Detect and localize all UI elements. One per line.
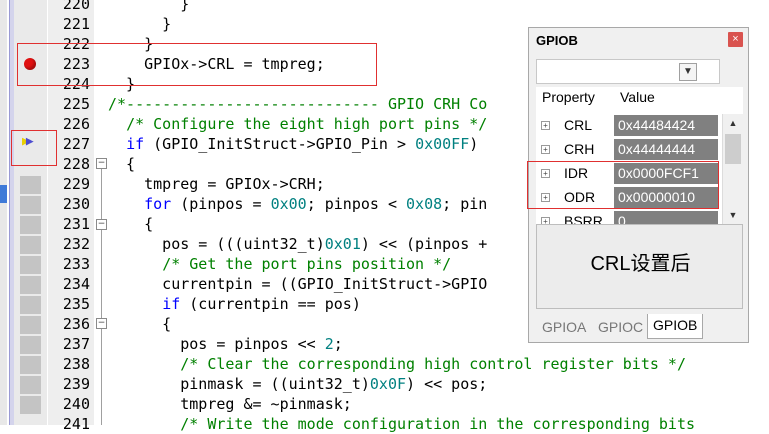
- fold-guide: [101, 230, 102, 318]
- register-value[interactable]: 0x44484424: [614, 115, 718, 136]
- tab-gpiob[interactable]: GPIOB: [647, 314, 704, 339]
- line-number: 232: [62, 235, 90, 253]
- fold-toggle-icon[interactable]: −: [96, 158, 107, 169]
- gutter-marker: [20, 356, 41, 374]
- expand-icon[interactable]: +: [541, 145, 550, 154]
- line-number: 225: [62, 95, 90, 113]
- panel-title-bar[interactable]: GPIOB ×: [529, 28, 748, 52]
- column-header-value: Value: [620, 89, 655, 105]
- line-number: 237: [62, 335, 90, 353]
- panel-title: GPIOB: [536, 33, 578, 48]
- register-table-scrollbar[interactable]: ▲ ▼: [722, 114, 743, 224]
- register-row-crh[interactable]: + CRH 0x44444444: [536, 138, 718, 162]
- gutter-marker: [20, 336, 41, 354]
- code-line[interactable]: tmpreg = GPIOx->CRH;: [108, 174, 325, 194]
- highlight-box-execution-arrow: [11, 130, 57, 166]
- code-line[interactable]: currentpin = ((GPIO_InitStruct->GPIO: [108, 274, 487, 294]
- gutter-marker: [20, 316, 41, 334]
- code-line[interactable]: pinmask = ((uint32_t)0x0F) << pos;: [108, 374, 487, 394]
- gutter-marker: [20, 176, 41, 194]
- line-number: 240: [62, 395, 90, 413]
- code-line[interactable]: }: [108, 0, 189, 14]
- gutter-marker: [20, 236, 41, 254]
- code-line[interactable]: if (currentpin == pos): [108, 294, 361, 314]
- gutter-marker: [20, 196, 41, 214]
- line-number: 220: [62, 0, 90, 13]
- gutter-marker: [20, 376, 41, 394]
- code-line[interactable]: pos = pinpos << 2;: [108, 334, 343, 354]
- line-number: 231: [62, 215, 90, 233]
- fold-toggle-icon[interactable]: −: [96, 318, 107, 329]
- line-number: 236: [62, 315, 90, 333]
- code-line[interactable]: {: [108, 314, 171, 334]
- expand-icon[interactable]: +: [541, 217, 550, 224]
- code-line[interactable]: }: [108, 14, 171, 34]
- line-number: 238: [62, 355, 90, 373]
- code-line[interactable]: {: [108, 154, 135, 174]
- fold-guide: [101, 329, 102, 425]
- line-number: 233: [62, 255, 90, 273]
- line-number: 239: [62, 375, 90, 393]
- scroll-up-icon[interactable]: ▲: [724, 114, 742, 132]
- register-value[interactable]: 0: [614, 211, 718, 224]
- register-name: BSRR: [564, 213, 603, 224]
- chevron-down-icon[interactable]: ▼: [679, 63, 697, 81]
- code-line[interactable]: /* Configure the eight high port pins */: [108, 114, 487, 134]
- gutter-marker: [20, 396, 41, 414]
- code-line[interactable]: /* Clear the corresponding high control …: [108, 354, 686, 374]
- highlight-box-crl-line: [17, 43, 377, 86]
- line-number: 241: [62, 415, 90, 433]
- tab-gpioc[interactable]: GPIOC: [593, 316, 648, 338]
- gutter-marker: [20, 296, 41, 314]
- register-value[interactable]: 0x44444444: [614, 139, 718, 160]
- register-name: CRH: [564, 141, 595, 157]
- line-number: 227: [62, 135, 90, 153]
- line-number: 235: [62, 295, 90, 313]
- line-number: 228: [62, 155, 90, 173]
- line-number: 230: [62, 195, 90, 213]
- register-row-bsrr[interactable]: + BSRR 0: [536, 210, 718, 224]
- scroll-down-icon[interactable]: ▼: [724, 206, 742, 224]
- column-header-property: Property: [542, 89, 595, 105]
- line-number: 234: [62, 275, 90, 293]
- register-description-box: CRL设置后: [536, 224, 743, 309]
- line-number: 229: [62, 175, 90, 193]
- tab-gpioa[interactable]: GPIOA: [537, 316, 591, 338]
- code-line[interactable]: tmpreg &= ~pinmask;: [108, 394, 352, 414]
- register-group-dropdown[interactable]: ▼: [536, 59, 720, 84]
- code-line[interactable]: /* Get the port pins position */: [108, 254, 451, 274]
- line-number: 221: [62, 15, 90, 33]
- left-margin-strip: [0, 0, 7, 425]
- gutter-marker: [20, 216, 41, 234]
- close-icon[interactable]: ×: [728, 32, 743, 47]
- fold-toggle-icon[interactable]: −: [96, 219, 107, 230]
- line-number: 226: [62, 115, 90, 133]
- code-line[interactable]: if (GPIO_InitStruct->GPIO_Pin > 0x00FF): [108, 134, 478, 154]
- scrollbar-thumb[interactable]: [725, 134, 741, 164]
- peripheral-tabs: GPIOA GPIOC GPIOB: [529, 314, 748, 342]
- code-line[interactable]: /*---------------------------- GPIO CRH …: [108, 94, 487, 114]
- highlight-box-idr-odr: [527, 161, 719, 209]
- code-line[interactable]: {: [108, 214, 153, 234]
- code-line[interactable]: pos = (((uint32_t)0x01) << (pinpos +: [108, 234, 487, 254]
- code-line[interactable]: for (pinpos = 0x00; pinpos < 0x08; pin: [108, 194, 487, 214]
- expand-icon[interactable]: +: [541, 121, 550, 130]
- gutter-marker: [20, 256, 41, 274]
- fold-guide: [101, 169, 102, 219]
- register-name: CRL: [564, 117, 593, 133]
- register-row-crl[interactable]: + CRL 0x44484424: [536, 114, 718, 138]
- code-line[interactable]: /* Write the mode configuration in the c…: [108, 414, 695, 434]
- description-text: CRL设置后: [590, 253, 691, 275]
- gutter-marker: [20, 276, 41, 294]
- position-marker: [0, 185, 7, 203]
